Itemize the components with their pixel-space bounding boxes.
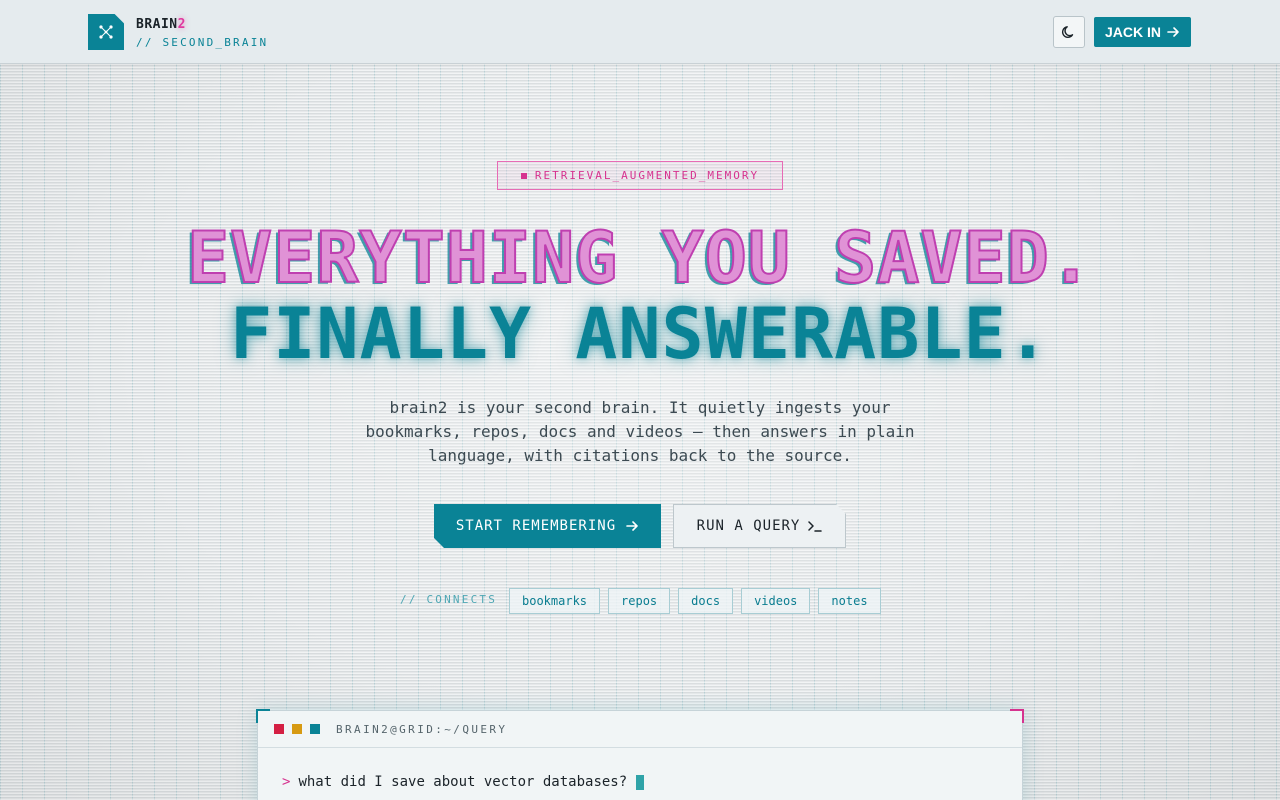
connects-label: // CONNECTS [400,593,498,606]
headline-line-2: FINALLY ANSWERABLE. [230,293,1050,375]
network-nodes-icon [99,25,113,39]
start-remembering-label: START REMEMBERING [455,518,617,534]
feature-badge: RETRIEVAL_AUGMENTED_MEMORY [497,161,783,190]
source-chip-notes[interactable]: notes [818,588,881,614]
terminal-title-bar: BRAIN2@GRID:~/QUERY [258,711,1022,748]
source-chip-bookmarks[interactable]: bookmarks [509,588,601,614]
terminal-corner-accent [256,709,270,723]
badge-label: RETRIEVAL_AUGMENTED_MEMORY [534,169,760,182]
terminal-prompt-icon [808,520,822,532]
run-a-query-label: RUN A QUERY [696,518,801,534]
start-remembering-button[interactable]: START REMEMBERING [434,504,661,548]
source-chip-docs[interactable]: docs [678,588,734,614]
text-cursor-icon [636,774,645,790]
brand-subtitle: // SECOND_BRAIN [136,36,269,49]
brand-name-text: BRAIN [136,17,178,32]
terminal-corner-accent [1010,709,1024,723]
run-a-query-button[interactable]: RUN A QUERY [673,504,846,548]
terminal-title: BRAIN2@GRID:~/QUERY [336,722,508,736]
source-chip-list: bookmarks repos docs videos notes [509,588,881,614]
window-dot-teal-icon [310,724,320,734]
brand-name[interactable]: BRAIN2 [136,17,186,32]
arrow-right-icon [1167,27,1179,37]
theme-toggle-button[interactable] [1053,16,1085,48]
badge-square-icon [520,172,527,179]
source-chip-videos[interactable]: videos [741,588,811,614]
logo[interactable] [88,14,124,50]
headline-line-1: EVERYTHING YOU SAVED. [186,217,1093,299]
brand-name-accent: 2 [177,17,186,32]
arrow-right-icon [626,520,639,532]
top-nav: BRAIN2 // SECOND_BRAIN JACK IN [0,0,1280,64]
jack-in-label: JACK IN [1104,24,1161,40]
jack-in-button[interactable]: JACK IN [1094,17,1191,47]
terminal-query-text: what did I save about vector databases? [298,774,628,790]
window-dot-red-icon [274,724,284,734]
source-chip-repos[interactable]: repos [608,588,671,614]
hero-tagline: brain2 is your second brain. It quietly … [365,398,915,465]
prompt-symbol: > [282,774,291,790]
moon-icon [1061,26,1074,39]
terminal-query-line[interactable]: > what did I save about vector databases… [282,774,645,790]
window-dot-amber-icon [292,724,302,734]
query-terminal: BRAIN2@GRID:~/QUERY > what did I save ab… [256,709,1024,800]
